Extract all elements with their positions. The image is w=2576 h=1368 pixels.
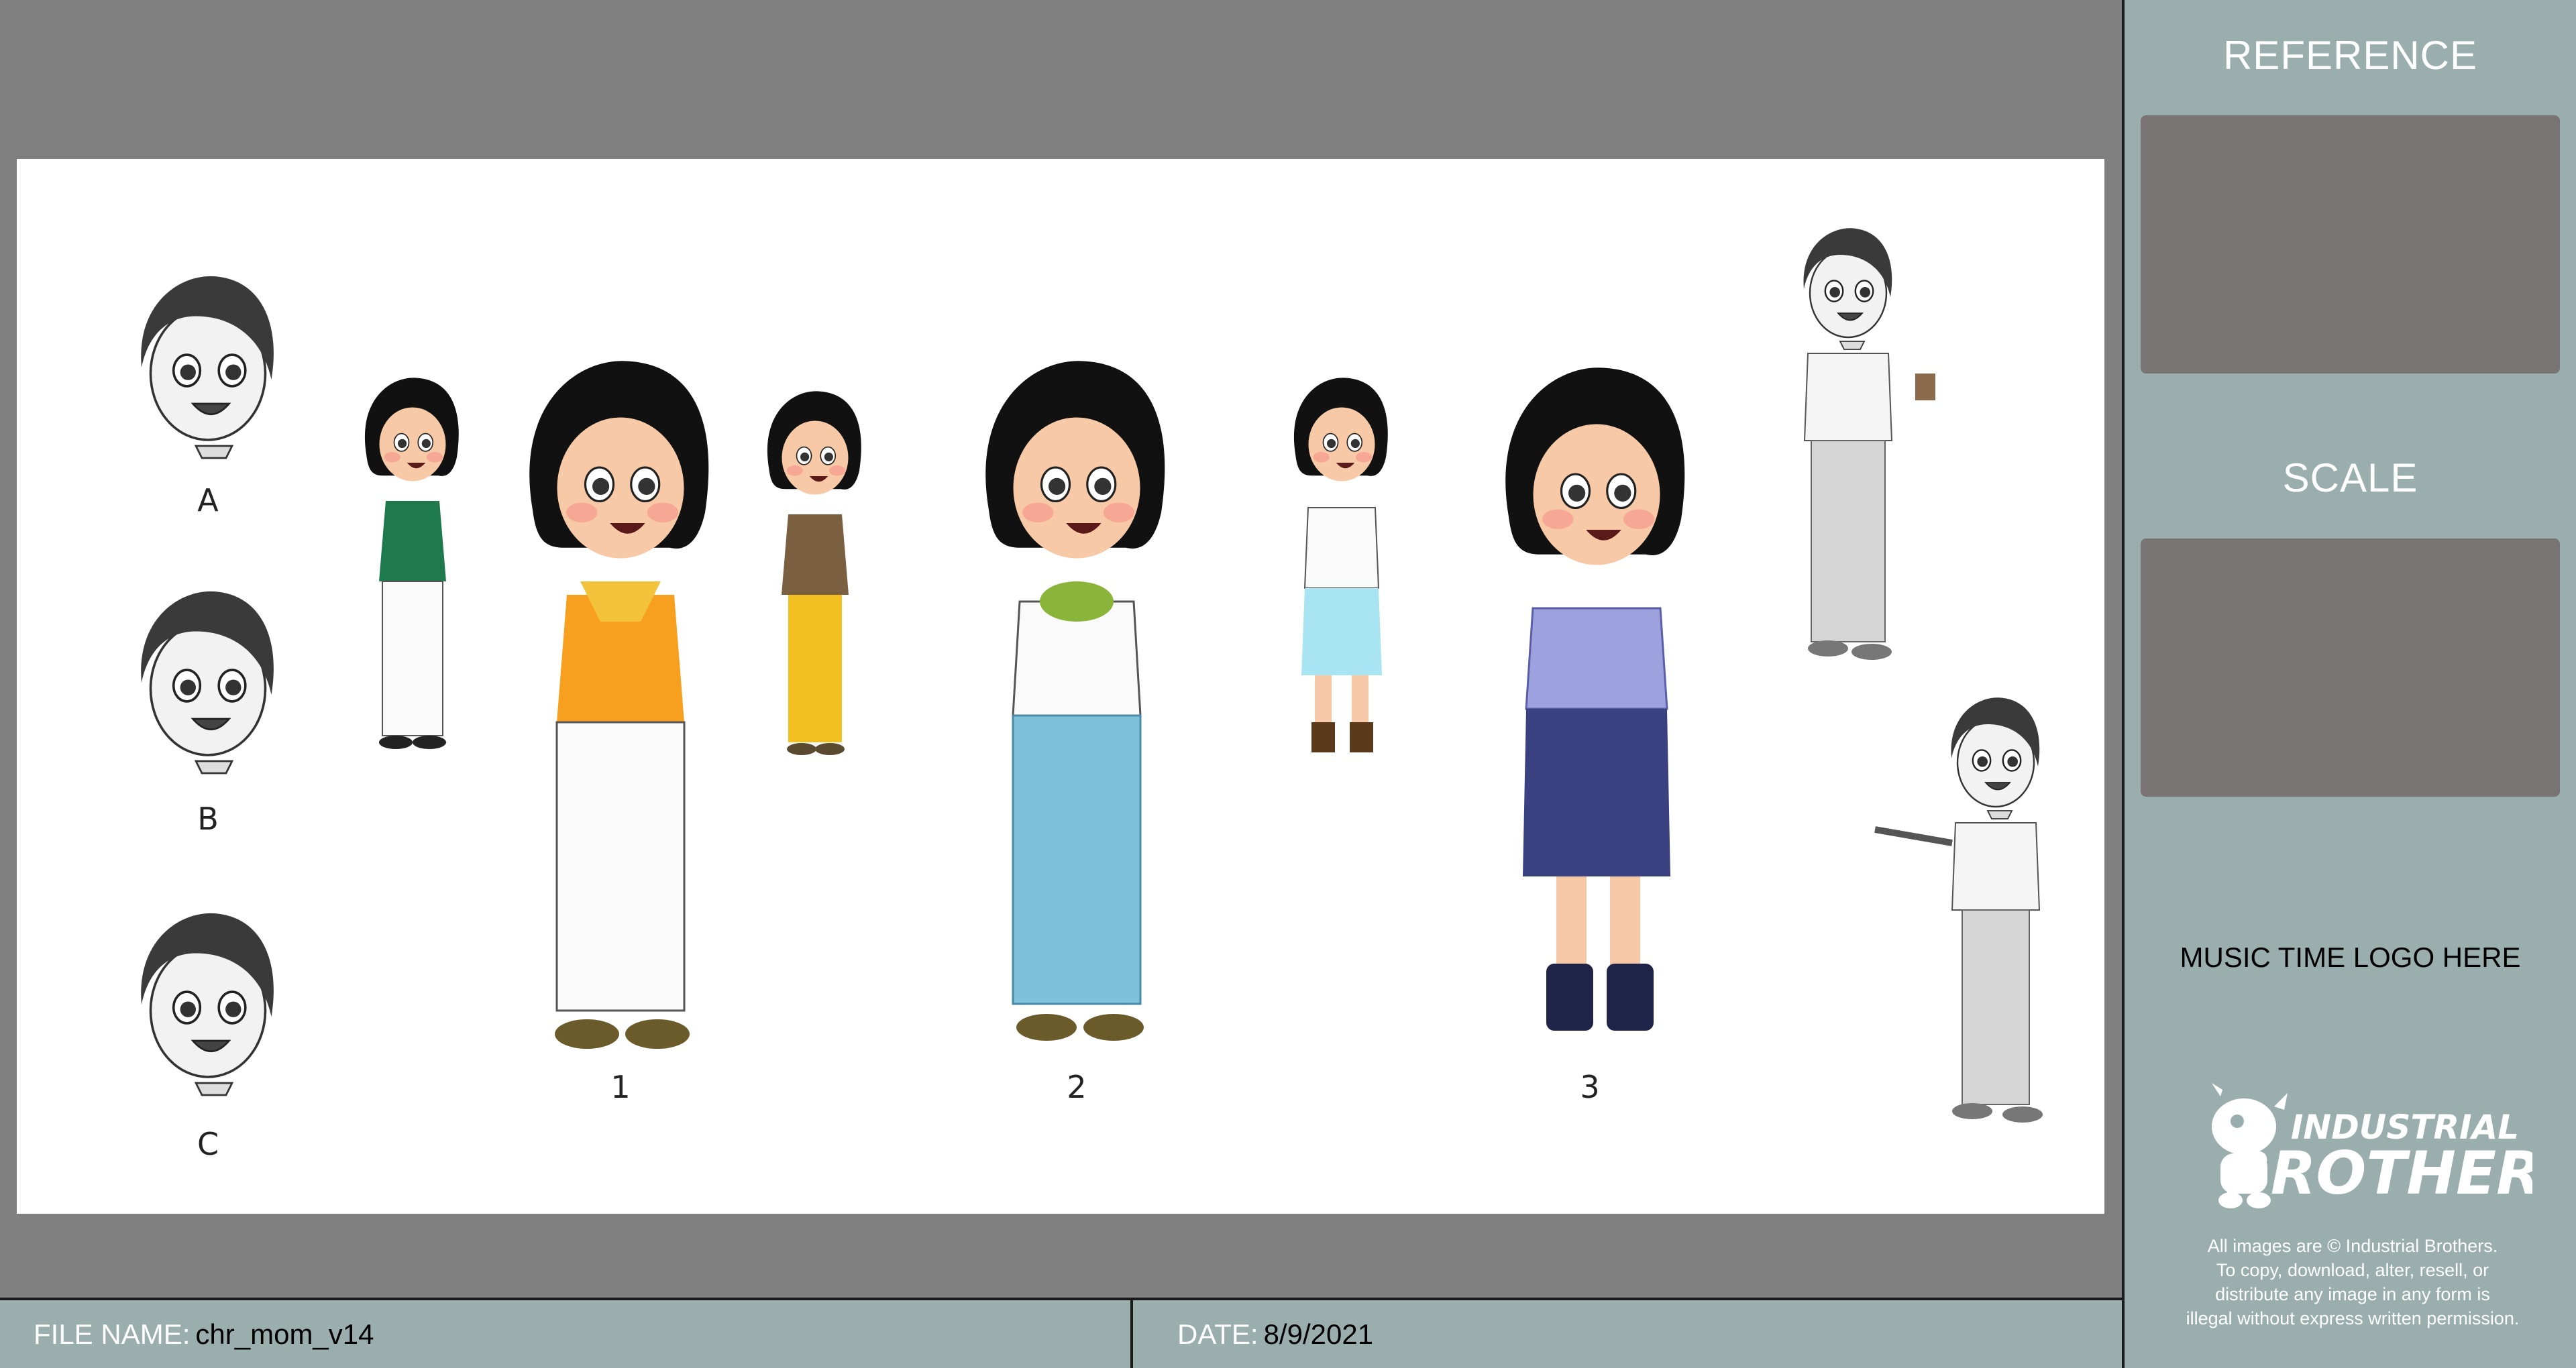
workspace: A B C 1 2 3 (0, 0, 2122, 1298)
pose-figure-coffee (1803, 227, 1935, 660)
reference-image-placeholder (2141, 115, 2560, 374)
date-field: DATE: 8/9/2021 (1177, 1300, 1373, 1368)
head-label-c: C (197, 1126, 219, 1162)
head-variant-a (140, 275, 275, 459)
sidebar-panel: REFERENCE SCALE MUSIC TIME LOGO HERE IND… (2122, 0, 2576, 1368)
head-label-a: A (197, 482, 219, 518)
copyright-line-2: To copy, download, alter, resell, or (2216, 1260, 2489, 1280)
pose-figure-gesture (1874, 697, 2043, 1123)
character-sheet-canvas: A B C 1 2 3 (17, 159, 2104, 1214)
industrial-brothers-logo: INDUSTRIAL BROTHERS (2184, 1080, 2576, 1220)
date-value: 8/9/2021 (1263, 1318, 1374, 1350)
outfit-label-1: 1 (610, 1069, 630, 1105)
outfit-figure-3 (1504, 366, 1686, 1031)
copyright-line-1: All images are © Industrial Brothers. (2207, 1236, 2498, 1256)
scale-image-placeholder (2141, 538, 2560, 797)
file-name-label: FILE NAME: (34, 1318, 191, 1350)
outfit-label-2: 2 (1067, 1069, 1086, 1105)
footer-bar: FILE NAME: chr_mom_v14 DATE: 8/9/2021 (0, 1298, 2122, 1368)
character-artwork: A B C 1 2 3 (140, 227, 2043, 1162)
model-sheet-app: A B C 1 2 3 REFERENCE SCALE MUSIC TIME L… (0, 0, 2576, 1368)
outfit-figure-1 (528, 359, 710, 1049)
small-figure-skirt (1293, 377, 1389, 752)
copyright-line-4: illegal without express written permissi… (2186, 1308, 2520, 1328)
file-name-field: FILE NAME: chr_mom_v14 (34, 1300, 374, 1368)
scale-title: SCALE (2282, 455, 2418, 500)
file-name-value: chr_mom_v14 (195, 1318, 374, 1350)
copyright-line-3: distribute any image in any form is (2215, 1284, 2490, 1304)
small-figure-green (364, 377, 460, 749)
reference-title: REFERENCE (2222, 33, 2478, 78)
footer-divider (1130, 1300, 1133, 1368)
logo-placeholder-text: MUSIC TIME LOGO HERE (2180, 942, 2521, 973)
small-figure-vest (767, 390, 862, 755)
head-variant-c (140, 912, 275, 1096)
brand-line-2: BROTHERS (2226, 1139, 2532, 1208)
date-label: DATE: (1177, 1318, 1258, 1350)
copyright-notice: All images are © Industrial Brothers. To… (2145, 1234, 2561, 1330)
head-variant-b (140, 590, 275, 775)
head-label-b: B (197, 801, 219, 837)
outfit-figure-2 (984, 359, 1166, 1041)
outfit-label-3: 3 (1580, 1069, 1599, 1105)
